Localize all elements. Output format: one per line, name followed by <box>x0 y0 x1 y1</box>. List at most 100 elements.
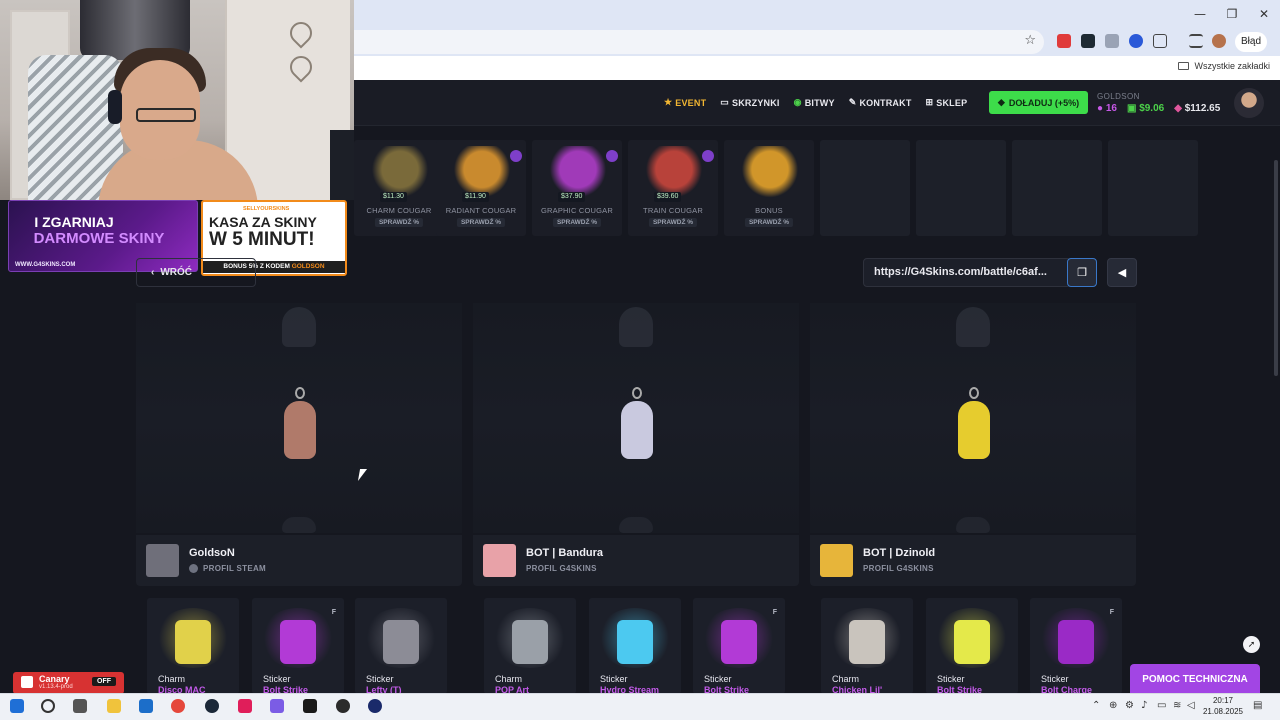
check-odds-button[interactable]: SPRAWDŹ % <box>456 218 506 227</box>
player-card[interactable]: BOT | Bandura PROFIL G4SKINS <box>473 535 799 586</box>
charm-ring <box>632 387 642 399</box>
sound-toggle-button[interactable]: ◀ <box>1107 258 1137 287</box>
drop-card[interactable]: F Sticker Bolt Charge <box>1030 598 1122 694</box>
back-label: WRÓĆ <box>160 267 193 278</box>
nav-contract[interactable]: ✎ KONTRAKT <box>849 97 912 108</box>
puzzle-icon[interactable] <box>1153 34 1167 48</box>
restore-icon[interactable]: ❐ <box>1216 0 1248 28</box>
nav-battles[interactable]: ◉ BITWY <box>794 97 835 108</box>
minimize-icon[interactable]: — <box>1184 0 1216 28</box>
media-icon[interactable] <box>1189 34 1203 48</box>
messenger-icon[interactable] <box>270 699 284 713</box>
ad1-line1: I ZGARNIAJ <box>34 214 114 230</box>
player-profile-link[interactable]: PROFIL G4SKINS <box>526 564 597 573</box>
drop-image <box>512 620 548 664</box>
network-icon[interactable]: ⊕ <box>1109 700 1117 711</box>
player-profile-link[interactable]: PROFIL STEAM <box>189 564 266 573</box>
case-placeholder <box>1108 140 1198 236</box>
shield-extension-icon[interactable] <box>1129 34 1143 48</box>
chevron-left-icon: ‹ <box>151 267 155 278</box>
user-panel[interactable]: GOLDSON ● 16 ▣ $9.06 ◆ $112.65 <box>1097 92 1220 114</box>
player-card[interactable]: GoldsoN PROFIL STEAM <box>136 535 462 586</box>
nav-cases[interactable]: ▭ SKRZYNKI <box>720 97 779 108</box>
drop-type: Charm <box>832 674 860 684</box>
system-clock[interactable]: 20:17 21.08.2025 <box>1202 695 1244 717</box>
drop-card[interactable]: Charm Disco MAC <box>147 598 239 694</box>
canary-icon <box>21 676 33 688</box>
check-odds-button[interactable]: SPRAWDŹ % <box>648 218 698 227</box>
search-icon[interactable] <box>41 699 55 713</box>
windows-taskbar <box>0 693 1280 720</box>
gem-icon <box>606 150 618 162</box>
address-bar[interactable]: ☆ <box>354 30 1044 54</box>
drop-card[interactable]: Sticker Hydro Stream <box>589 598 681 694</box>
bookmark-star-icon[interactable]: ☆ <box>1024 33 1036 48</box>
topup-button[interactable]: ◆ DOŁADUJ (+5%) <box>989 91 1088 114</box>
extension-icon[interactable] <box>1105 34 1119 48</box>
back-button[interactable]: ‹ WRÓĆ <box>136 258 256 287</box>
battle-column: GoldsoN PROFIL STEAM <box>136 303 462 586</box>
slack-icon[interactable] <box>238 699 252 713</box>
drop-card[interactable]: Charm Chicken Lil' <box>821 598 913 694</box>
tray-chevron-icon[interactable]: ⌃ <box>1092 700 1100 711</box>
drop-card[interactable]: Charm POP Art <box>484 598 576 694</box>
nav-contract-label: KONTRAKT <box>859 97 912 108</box>
copy-icon: ❐ <box>1077 267 1087 279</box>
nav-shop[interactable]: ⊞ SKLEP <box>926 97 968 108</box>
case-card[interactable]: $11.30 CHARM COUGAR SPRAWDŹ % <box>354 140 444 236</box>
outlook-icon[interactable] <box>139 699 153 713</box>
copy-link-button[interactable]: ❐ <box>1067 258 1097 287</box>
volume-icon[interactable]: ◁ <box>1187 700 1195 711</box>
chrome-icon[interactable] <box>171 699 185 713</box>
page-scrollbar[interactable] <box>1274 160 1278 376</box>
drop-card[interactable]: Sticker Bolt Strike <box>926 598 1018 694</box>
close-icon[interactable]: ✕ <box>1248 0 1280 28</box>
all-bookmarks-label: Wszystkie zakładki <box>1194 61 1270 71</box>
check-odds-button[interactable]: SPRAWDŹ % <box>374 218 424 227</box>
battle-link-field[interactable]: https://G4Skins.com/battle/c6af... <box>863 258 1071 287</box>
drop-card[interactable]: F Sticker Bolt Strike <box>693 598 785 694</box>
display-icon[interactable]: ▭ <box>1157 700 1166 711</box>
nav-event[interactable]: ★ EVENT <box>664 97 706 108</box>
profile-avatar-icon[interactable] <box>1212 34 1226 48</box>
help-button[interactable]: POMOC TECHNICZNA <box>1130 664 1260 694</box>
battle-column: BOT | Bandura PROFIL G4SKINS <box>473 303 799 586</box>
wifi-icon[interactable]: ≋ <box>1173 700 1181 711</box>
extension-icon[interactable] <box>1081 34 1095 48</box>
check-odds-button[interactable]: SPRAWDŹ % <box>744 218 794 227</box>
obs-icon[interactable] <box>303 699 317 713</box>
app-icon[interactable] <box>336 699 350 713</box>
case-card[interactable]: $39.60 TRAIN COUGAR SPRAWDŹ % <box>628 140 718 236</box>
task-view-icon[interactable] <box>73 699 87 713</box>
microphone-icon[interactable]: ♪ <box>1141 700 1147 711</box>
player-profile-link[interactable]: PROFIL G4SKINS <box>863 564 934 573</box>
error-button[interactable]: Błąd <box>1235 32 1268 52</box>
canary-toggle[interactable]: OFF <box>92 677 116 686</box>
adblock-extension-icon[interactable] <box>1057 34 1071 48</box>
case-card[interactable]: $11.90 RADIANT COUGAR SPRAWDŹ % <box>436 140 526 236</box>
rocket-icon[interactable]: ➚ <box>1243 636 1260 653</box>
notification-icon[interactable]: ▤ <box>1253 700 1262 711</box>
settings-icon[interactable]: ⚙ <box>1125 700 1134 711</box>
nav-battles-label: BITWY <box>804 97 835 108</box>
drop-card[interactable]: Sticker Lefty (T) <box>355 598 447 694</box>
all-bookmarks-link[interactable]: Wszystkie zakładki <box>1178 61 1270 71</box>
nav-cases-label: SKRZYNKI <box>732 97 780 108</box>
charm-figure <box>284 401 316 459</box>
app-icon[interactable] <box>368 699 382 713</box>
drop-card[interactable]: F Sticker Bolt Strike <box>252 598 344 694</box>
gem-icon <box>702 150 714 162</box>
file-explorer-icon[interactable] <box>107 699 121 713</box>
player-avatar <box>146 544 179 577</box>
user-avatar[interactable] <box>1234 88 1264 118</box>
windows-start-icon[interactable] <box>10 699 24 713</box>
case-name: CHARM COUGAR <box>366 206 432 215</box>
canary-widget[interactable]: Canary v1.13.4-prod OFF <box>13 672 124 694</box>
case-card[interactable]: $37.90 GRAPHIC COUGAR SPRAWDŹ % <box>532 140 622 236</box>
case-card[interactable]: BONUS SPRAWDŹ % <box>724 140 814 236</box>
ad2-line1: KASA ZA SKINY <box>209 214 317 230</box>
player-card[interactable]: BOT | Dzinold PROFIL G4SKINS <box>810 535 1136 586</box>
drop-type: Sticker <box>937 674 965 684</box>
check-odds-button[interactable]: SPRAWDŹ % <box>552 218 602 227</box>
steam-icon[interactable] <box>205 699 219 713</box>
